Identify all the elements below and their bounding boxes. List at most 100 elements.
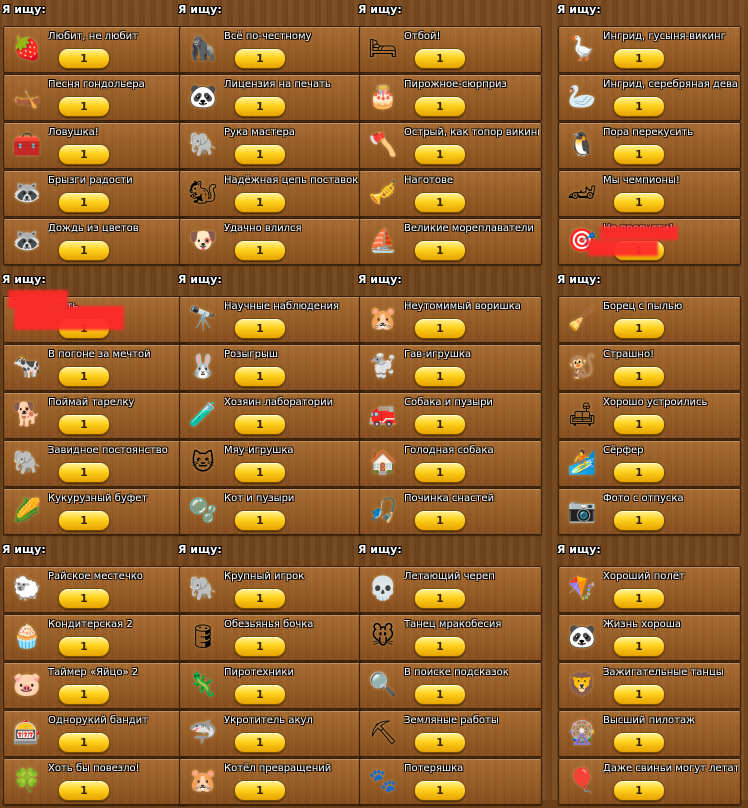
quest-card[interactable]: 🔍 В поиске подсказок 1 [359,662,542,709]
quest-card[interactable]: 🦁 Зажигательные танцы 1 [558,662,741,709]
quest-card[interactable]: 🧹 Борец с пылью 1 [558,296,741,343]
quest-card[interactable]: 🛶 Песня гондольера 1 [3,74,186,121]
quest-count-badge: 1 [58,636,110,657]
quest-card[interactable]: ⛵ Великие мореплаватели 1 [359,218,542,265]
quest-card[interactable]: 🏎 Мы чемпионы! 1 [558,170,741,217]
section-title: Я ищу: [557,3,601,16]
quest-card[interactable]: 🐕 Поймай тарелку 1 [3,392,186,439]
quest-card[interactable]: 🌽 Кукурузный буфет 1 [3,488,186,535]
quest-card[interactable]: 🐿 Надёжная цепь поставок 1 [179,170,362,217]
redaction-overlay [600,226,678,240]
quest-card[interactable]: 🐘 Рука мастера 1 [179,122,362,169]
quest-card[interactable]: 🪓 Острый, как топор викинга 1 [359,122,542,169]
quest-count-badge: 1 [234,732,286,753]
quest-count-badge: 1 [234,636,286,657]
section-title: Я ищу: [2,273,46,286]
quest-card[interactable]: 🐱 Мяу-игрушка 1 [179,440,362,487]
barrel-icon: 🛢 [188,624,218,650]
quest-title: Ингрид, серебряная дева [603,79,738,90]
quest-card[interactable]: 🦈 Укротитель акул 1 [179,710,362,757]
quest-card[interactable]: 🎺 Наготове 1 [359,170,542,217]
quest-card[interactable]: 🪿 Ингрид, гусыня-викинг 1 [558,26,741,73]
quest-card[interactable]: 📷 Фото с отпуска 1 [558,488,741,535]
quest-section: Я ищу: 🔭 Научные наблюдения 1 🐰 Розыгрыш 1 🧪 Хоз… [176,270,366,538]
quest-title: Жизнь хороша [603,619,681,630]
quest-card[interactable]: 🪁 Хороший полёт 1 [558,566,741,613]
quest-card[interactable]: 🏄 Сёрфер 1 [558,440,741,487]
gondola-icon: 🛶 [12,84,42,110]
quest-title: Песня гондольера [48,79,145,90]
quest-title: Страшно! [603,349,655,360]
kite-icon: 🪁 [567,576,597,602]
quest-card[interactable]: 🦝 Дождь из цветов 1 [3,218,186,265]
quest-card[interactable]: 🐄 В погоне за мечтой 1 [3,344,186,391]
penguin-icon: 🐧 [567,132,597,158]
quest-card[interactable]: 🛢 Обезьянья бочка 1 [179,614,362,661]
camera-icon: 📷 [567,498,597,524]
quest-count-badge: 1 [234,240,286,261]
paws-icon: 🐾 [368,768,398,794]
quest-board: Я ищу: 🍓 Любит, не любит 1 🛶 Песня гондольера… [0,0,748,805]
hamster-wheel-icon: 🐹 [368,306,398,332]
quest-title: Хороший полёт [603,571,685,582]
quest-card[interactable]: 🎣 Починка снастей 1 [359,488,542,535]
quest-count-badge: 1 [58,732,110,753]
quest-card[interactable]: 🐘 Крупный игрок 1 [179,566,362,613]
quest-count-badge: 1 [234,462,286,483]
telescope-icon: 🔭 [188,306,218,332]
quest-card[interactable]: 🐷 Таймер «Яйцо» 2 1 [3,662,186,709]
quest-card[interactable]: 🐭 Танец мракобесия 1 [359,614,542,661]
quest-count-badge: 1 [234,684,286,705]
quest-card[interactable]: 🫧 Кот и пузыри 1 [179,488,362,535]
quest-count-badge: 1 [414,414,466,435]
quest-card[interactable]: 🦝 Брызги радости 1 [3,170,186,217]
couch-icon: 🛋 [567,402,597,428]
skull-icon: 💀 [368,576,398,602]
quest-card[interactable]: 🎈 Даже свиньи могут летать 1 [558,758,741,805]
quest-title: Ловушка! [48,127,99,138]
clover-icon: 🍀 [12,768,42,794]
quest-card[interactable]: 🐑 Райское местечко 1 [3,566,186,613]
quest-card[interactable]: 🛋 Хорошо устроились 1 [558,392,741,439]
quest-card[interactable]: 🧰 Ловушка! 1 [3,122,186,169]
quest-count-badge: 1 [58,462,110,483]
quest-card[interactable]: ⛏ Земляные работы 1 [359,710,542,757]
quest-card[interactable]: 🐹 Котёл превращений 1 [179,758,362,805]
quest-card[interactable]: 🧪 Хозяин лаборатории 1 [179,392,362,439]
quest-card[interactable]: 🍀 Хоть бы повезло! 1 [3,758,186,805]
elephant-icon: 🐘 [188,132,218,158]
quest-card[interactable]: 🐼 Жизнь хороша 1 [558,614,741,661]
quest-title: Хозяин лаборатории [224,397,334,408]
quest-card[interactable]: 🎡 Высший пилотаж 1 [558,710,741,757]
quest-title: Научные наблюдения [224,301,339,312]
quest-card[interactable]: 🏠 Голодная собака 1 [359,440,542,487]
quest-card[interactable]: 🔭 Научные наблюдения 1 [179,296,362,343]
quest-card[interactable]: 🐰 Розыгрыш 1 [179,344,362,391]
quest-card[interactable]: 🐾 Потеряшка 1 [359,758,542,805]
quest-card[interactable]: 🐩 Гав-игрушка 1 [359,344,542,391]
quest-card[interactable]: 🚒 Собака и пузыри 1 [359,392,542,439]
quest-card[interactable]: 🎂 Пирожное-сюрприз 1 [359,74,542,121]
quest-card[interactable]: 🛏 Отбой! 1 [359,26,542,73]
cat-toy-icon: 🐱 [191,450,215,476]
quest-card[interactable]: 🦢 Ингрид, серебряная дева 1 [558,74,741,121]
quest-card[interactable]: 🐹 Неутомимый воришка 1 [359,296,542,343]
quest-card[interactable]: 💀 Летающий череп 1 [359,566,542,613]
quest-card[interactable]: 🐘 Завидное постоянство 1 [3,440,186,487]
quest-section: Я ищу: 💀 Летающий череп 1 🐭 Танец мракобесия 1… [356,540,546,808]
elephant-icon: 🐘 [12,450,42,476]
quest-card[interactable]: 🦍 Всё по-честному 1 [179,26,362,73]
quest-count-badge: 1 [414,510,466,531]
quest-card[interactable]: 🧁 Кондитерская 2 1 [3,614,186,661]
poodle-icon: 🐩 [368,354,398,380]
quest-card[interactable]: 🐒 Страшно! 1 [558,344,741,391]
quest-card[interactable]: 🐼 Лицензия на печать 1 [179,74,362,121]
quest-card[interactable]: 🎰 Однорукий бандит 1 [3,710,186,757]
quest-card[interactable]: 🍓 Любит, не любит 1 [3,26,186,73]
quest-card[interactable]: 🐶 Удачно влился 1 [179,218,362,265]
section-title: Я ищу: [358,3,402,16]
quest-title: Борец с пылью [603,301,683,312]
dog-icon: 🐕 [12,402,42,428]
quest-card[interactable]: 🦎 Пиротехники 1 [179,662,362,709]
quest-card[interactable]: 🐧 Пора перекусить 1 [558,122,741,169]
